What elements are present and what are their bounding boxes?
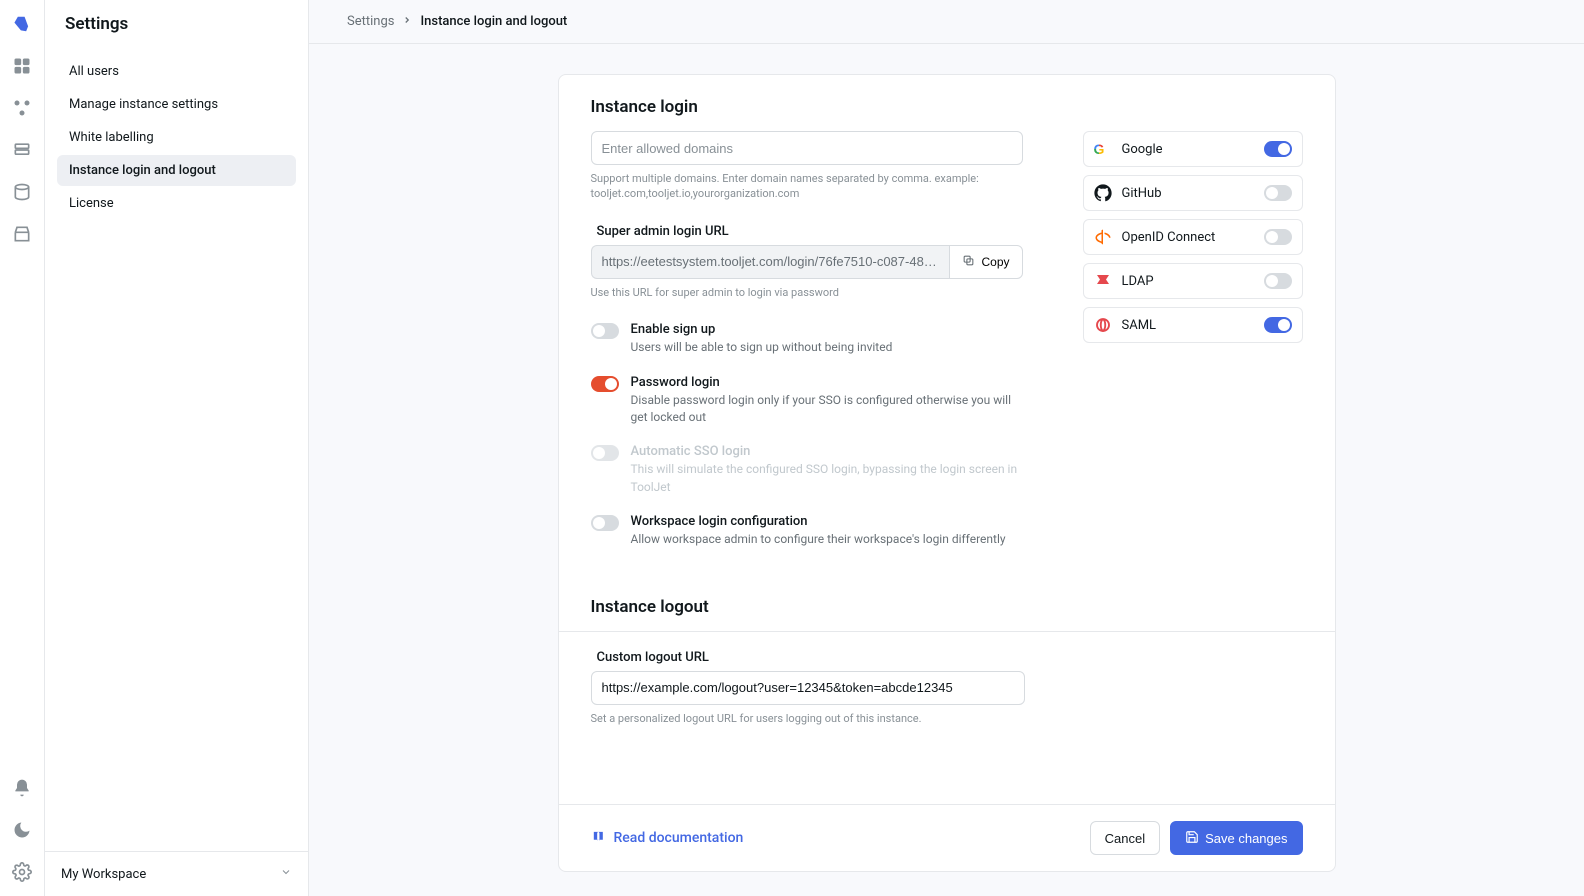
sso-item-google[interactable]: G Google <box>1083 131 1303 167</box>
openid-icon <box>1094 228 1112 246</box>
chevron-down-icon <box>280 866 292 882</box>
nav-manage-instance[interactable]: Manage instance settings <box>57 89 296 120</box>
sso-saml-label: SAML <box>1122 318 1264 333</box>
allowed-domains-input[interactable] <box>591 131 1023 165</box>
custom-logout-url-input[interactable] <box>591 671 1025 705</box>
enable-signup-title: Enable sign up <box>631 322 1023 337</box>
auto-sso-toggle <box>591 445 619 461</box>
workspace-login-title: Workspace login configuration <box>631 514 1023 529</box>
database-icon[interactable] <box>12 140 32 160</box>
marketplace-icon[interactable] <box>12 224 32 244</box>
read-documentation-link[interactable]: Read documentation <box>591 829 744 848</box>
auto-sso-desc: This will simulate the configured SSO lo… <box>631 461 1023 496</box>
workspace-login-toggle[interactable] <box>591 515 619 531</box>
workspace-label: My Workspace <box>61 867 146 882</box>
sso-item-github[interactable]: GitHub <box>1083 175 1303 211</box>
sso-item-saml[interactable]: SAML <box>1083 307 1303 343</box>
dark-mode-moon-icon[interactable] <box>12 820 32 840</box>
copy-label: Copy <box>981 255 1009 269</box>
workspace-login-desc: Allow workspace admin to configure their… <box>631 531 1023 548</box>
password-login-title: Password login <box>631 375 1023 390</box>
breadcrumb-leaf: Instance login and logout <box>420 14 567 29</box>
card-title-login: Instance login <box>559 75 1335 131</box>
settings-card: Instance login Support multiple domains.… <box>558 74 1336 872</box>
google-icon: G <box>1094 140 1112 158</box>
sso-github-toggle[interactable] <box>1264 185 1292 201</box>
sso-google-toggle[interactable] <box>1264 141 1292 157</box>
workspace-selector[interactable]: My Workspace <box>45 851 308 896</box>
nav-white-labelling[interactable]: White labelling <box>57 122 296 153</box>
breadcrumb: Settings Instance login and logout <box>309 0 1584 44</box>
chevron-right-icon <box>402 15 412 28</box>
nav-instance-login-logout[interactable]: Instance login and logout <box>57 155 296 186</box>
ldap-icon <box>1094 272 1112 290</box>
enable-signup-toggle[interactable] <box>591 323 619 339</box>
sso-openid-label: OpenID Connect <box>1122 230 1264 245</box>
card-title-logout: Instance logout <box>559 567 1335 631</box>
allowed-domains-hint: Support multiple domains. Enter domain n… <box>591 171 1023 202</box>
super-admin-url-hint: Use this URL for super admin to login vi… <box>591 285 1023 300</box>
sso-openid-toggle[interactable] <box>1264 229 1292 245</box>
sidebar-title: Settings <box>45 0 308 48</box>
apps-icon[interactable] <box>12 56 32 76</box>
brand-logo-icon[interactable] <box>12 14 32 34</box>
sso-item-openid[interactable]: OpenID Connect <box>1083 219 1303 255</box>
auto-sso-title: Automatic SSO login <box>631 444 1023 459</box>
password-login-toggle[interactable] <box>591 376 619 392</box>
book-icon <box>591 829 606 848</box>
app-icon-rail <box>0 0 45 896</box>
nav-license[interactable]: License <box>57 188 296 219</box>
super-admin-url-label: Super admin login URL <box>591 224 1023 239</box>
sso-ldap-toggle[interactable] <box>1264 273 1292 289</box>
password-login-desc: Disable password login only if your SSO … <box>631 392 1023 427</box>
super-admin-url-input[interactable] <box>591 245 950 279</box>
save-changes-button[interactable]: Save changes <box>1170 821 1302 855</box>
saml-icon <box>1094 316 1112 334</box>
notification-bell-icon[interactable] <box>12 778 32 798</box>
github-icon <box>1094 184 1112 202</box>
sso-github-label: GitHub <box>1122 186 1264 201</box>
sso-item-ldap[interactable]: LDAP <box>1083 263 1303 299</box>
custom-logout-url-hint: Set a personalized logout URL for users … <box>591 711 1025 726</box>
doc-link-label: Read documentation <box>614 830 744 846</box>
settings-gear-icon[interactable] <box>12 862 32 882</box>
sso-ldap-label: LDAP <box>1122 274 1264 289</box>
enable-signup-desc: Users will be able to sign up without be… <box>631 339 1023 356</box>
sso-saml-toggle[interactable] <box>1264 317 1292 333</box>
workflow-icon[interactable] <box>12 98 32 118</box>
cancel-button[interactable]: Cancel <box>1090 821 1160 855</box>
sso-google-label: Google <box>1122 142 1264 157</box>
sidebar: Settings All users Manage instance setti… <box>45 0 309 896</box>
save-icon <box>1185 830 1199 847</box>
copy-url-button[interactable]: Copy <box>949 245 1022 279</box>
custom-logout-url-label: Custom logout URL <box>591 650 1025 665</box>
nav-all-users[interactable]: All users <box>57 56 296 87</box>
breadcrumb-root[interactable]: Settings <box>347 14 394 29</box>
copy-icon <box>962 254 975 270</box>
storage-icon[interactable] <box>12 182 32 202</box>
